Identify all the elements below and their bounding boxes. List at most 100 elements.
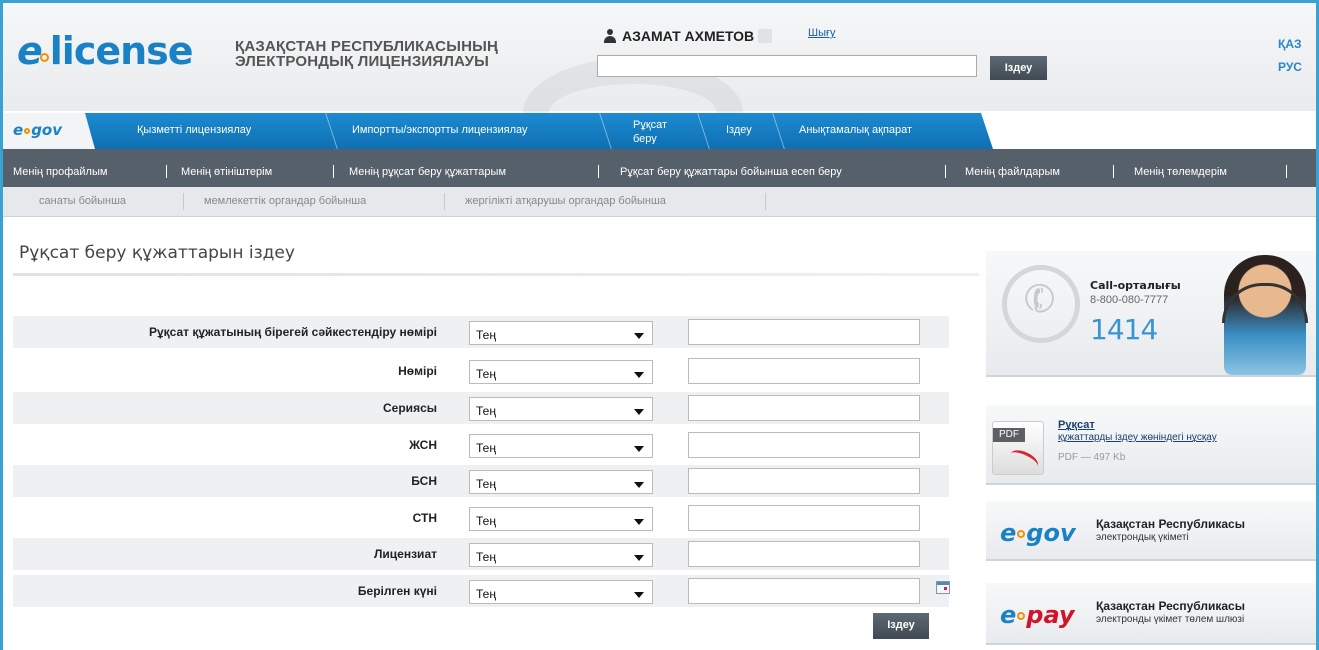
call-center-phone: 8-800-080-7777 bbox=[1090, 294, 1169, 306]
header: e license ҚАЗАҚСТАН РЕСПУБЛИКАСЫНЫҢ ЭЛЕК… bbox=[3, 3, 1316, 168]
logo-subtitle: ҚАЗАҚСТАН РЕСПУБЛИКАСЫНЫҢ ЭЛЕКТРОНДЫҚ ЛИ… bbox=[235, 39, 498, 69]
subnav-my-profile[interactable]: Менің профайлым bbox=[13, 166, 107, 178]
epay-brand-text: pay bbox=[1026, 601, 1075, 629]
number-input[interactable] bbox=[688, 358, 920, 384]
filter-by-state-bodies[interactable]: мемлекеттік органдар бойынша bbox=[204, 195, 366, 207]
filter-by-category[interactable]: санаты бойынша bbox=[39, 195, 126, 207]
subnav-separator bbox=[333, 165, 334, 178]
subnav-my-permits[interactable]: Менің рұқсат беру құжаттарым bbox=[349, 166, 506, 178]
form-row-unique-id: Рұқсат құжатының бірегей сәйкестендіру н… bbox=[13, 316, 949, 348]
chevron-down-icon bbox=[634, 372, 644, 378]
operator-select[interactable]: Тең bbox=[469, 360, 653, 384]
issue-date-input[interactable] bbox=[688, 578, 920, 604]
nav-item-reference[interactable]: Анықтамалық ақпарат bbox=[799, 124, 912, 136]
pdf-guide-link[interactable]: құжаттарды іздеу жөніндегі нұсқау bbox=[1058, 432, 1217, 443]
chevron-down-icon bbox=[634, 519, 644, 525]
lang-kaz-link[interactable]: ҚАЗ bbox=[1278, 37, 1302, 51]
logo-e: e bbox=[17, 29, 43, 73]
operator-select[interactable]: Тең bbox=[469, 397, 653, 421]
operator-select[interactable]: Тең bbox=[469, 470, 653, 494]
epay-brand-dot-icon bbox=[1017, 612, 1026, 620]
operator-select[interactable]: Тең bbox=[469, 580, 653, 604]
field-label: Берілген күні bbox=[357, 584, 437, 598]
call-center-short-number: 1414 bbox=[1090, 313, 1158, 346]
elicense-logo[interactable]: e license bbox=[17, 29, 194, 73]
egov-banner[interactable]: e gov Қазақстан Республикасы электрондық … bbox=[986, 501, 1316, 561]
filter-by-local-bodies[interactable]: жергілікті атқарушы органдар бойынша bbox=[465, 195, 666, 207]
page-title: Рұқсат беру құжаттарын іздеу bbox=[19, 243, 295, 263]
nav-item-import-export[interactable]: Импортты/экспортты лицензиялау bbox=[352, 124, 527, 136]
operator-select[interactable]: Тең bbox=[469, 434, 653, 458]
pdf-file-icon: PDF bbox=[992, 421, 1044, 475]
main-nav: e gov Қызметті лицензиялау Импортты/экспо… bbox=[3, 113, 1316, 149]
chevron-down-icon bbox=[634, 333, 644, 339]
operator-value: Тең bbox=[476, 441, 496, 455]
search-input[interactable] bbox=[597, 55, 977, 77]
pdf-guide-title-link[interactable]: Рұқсат bbox=[1058, 419, 1095, 431]
subnav-separator bbox=[1113, 165, 1114, 178]
chevron-down-icon bbox=[634, 482, 644, 488]
pdf-guide-card[interactable]: PDF Рұқсат құжаттарды іздеу жөніндегі нұ… bbox=[986, 405, 1316, 485]
epay-banner[interactable]: e pay Қазақстан Республикасы электронды ү… bbox=[986, 583, 1316, 645]
nav-item-permits[interactable]: Рұқсат беру bbox=[633, 118, 685, 144]
operator-value: Тең bbox=[476, 328, 496, 342]
pdf-badge: PDF bbox=[993, 428, 1025, 442]
call-center-banner[interactable]: ✆ Call-орталығы 8-800-080-7777 1414 bbox=[986, 251, 1316, 377]
egov-tab[interactable]: e gov bbox=[3, 113, 95, 149]
filter-nav: санаты бойынша мемлекеттік органдар бойы… bbox=[3, 187, 1316, 217]
field-label: ЖСН bbox=[409, 438, 437, 452]
subnav-my-applications[interactable]: Менің өтініштерім bbox=[181, 166, 272, 178]
logo-subtitle-line2: ЭЛЕКТРОНДЫҚ ЛИЦЕНЗИЯЛАУЫ bbox=[235, 53, 489, 70]
filter-separator bbox=[183, 193, 184, 210]
operator-select[interactable]: Тең bbox=[469, 507, 653, 531]
operator-value: Тең bbox=[476, 367, 496, 381]
filter-separator bbox=[444, 193, 445, 210]
egov-logo-text: gov bbox=[31, 121, 63, 139]
logo-subtitle-line1: ҚАЗАҚСТАН РЕСПУБЛИКАСЫНЫҢ bbox=[235, 38, 499, 55]
logout-link[interactable]: Шығу bbox=[808, 27, 836, 39]
logo-license: license bbox=[49, 29, 194, 73]
form-search-button[interactable]: Іздеу bbox=[873, 613, 929, 639]
field-label: БСН bbox=[411, 474, 437, 488]
subnav-separator bbox=[945, 165, 946, 178]
operator-value: Тең bbox=[476, 477, 496, 491]
subnav-my-payments[interactable]: Менің төлемдерім bbox=[1134, 166, 1227, 178]
egov-dot-icon bbox=[24, 127, 31, 134]
egov-logo-prefix: e bbox=[13, 121, 24, 139]
lang-rus-link[interactable]: РУС bbox=[1278, 60, 1302, 74]
chevron-down-icon bbox=[634, 409, 644, 415]
operator-value: Тең bbox=[476, 550, 496, 564]
form-row-iin: ЖСН Тең bbox=[13, 429, 949, 461]
form-row-bin: БСН Тең bbox=[13, 465, 949, 497]
title-divider bbox=[13, 273, 979, 276]
operator-select[interactable]: Тең bbox=[469, 321, 653, 345]
subnav-permit-reports[interactable]: Рұқсат беру құжаттары бойынша есеп беру bbox=[620, 166, 842, 178]
search-button[interactable]: Іздеу bbox=[990, 56, 1047, 80]
form-row-licensee: Лицензиат Тең bbox=[13, 538, 949, 570]
filter-separator bbox=[765, 193, 766, 210]
subnav-my-files[interactable]: Менің файлдарым bbox=[965, 166, 1060, 178]
chevron-down-icon bbox=[634, 446, 644, 452]
operator-value: Тең bbox=[476, 404, 496, 418]
epay-banner-subtitle: электронды үкімет төлем шлюзі bbox=[1096, 614, 1245, 625]
nav-item-search[interactable]: Іздеу bbox=[726, 124, 752, 136]
acrobat-swoosh-icon bbox=[1007, 446, 1041, 474]
bin-input[interactable] bbox=[688, 468, 920, 494]
subnav-separator bbox=[1286, 165, 1287, 178]
user-name: АЗАМАТ АХМЕТОВ bbox=[622, 28, 755, 44]
iin-input[interactable] bbox=[688, 432, 920, 458]
operator-select[interactable]: Тең bbox=[469, 543, 653, 567]
unique-id-input[interactable] bbox=[688, 319, 920, 345]
nav-item-service-licensing[interactable]: Қызметті лицензиялау bbox=[137, 124, 251, 136]
calendar-icon[interactable] bbox=[936, 581, 950, 594]
sub-nav: Менің профайлым Менің өтініштерім Менің … bbox=[3, 149, 1316, 187]
licensee-input[interactable] bbox=[688, 541, 920, 567]
field-label: СТН bbox=[412, 511, 437, 525]
egov-logo: e gov bbox=[13, 121, 62, 139]
form-row-series: Сериясы Тең bbox=[13, 392, 949, 424]
rnn-input[interactable] bbox=[688, 505, 920, 531]
field-label: Нөмірі bbox=[398, 364, 437, 378]
egov-banner-title: Қазақстан Республикасы bbox=[1096, 517, 1245, 531]
epay-banner-title: Қазақстан Республикасы bbox=[1096, 599, 1245, 613]
series-input[interactable] bbox=[688, 395, 920, 421]
